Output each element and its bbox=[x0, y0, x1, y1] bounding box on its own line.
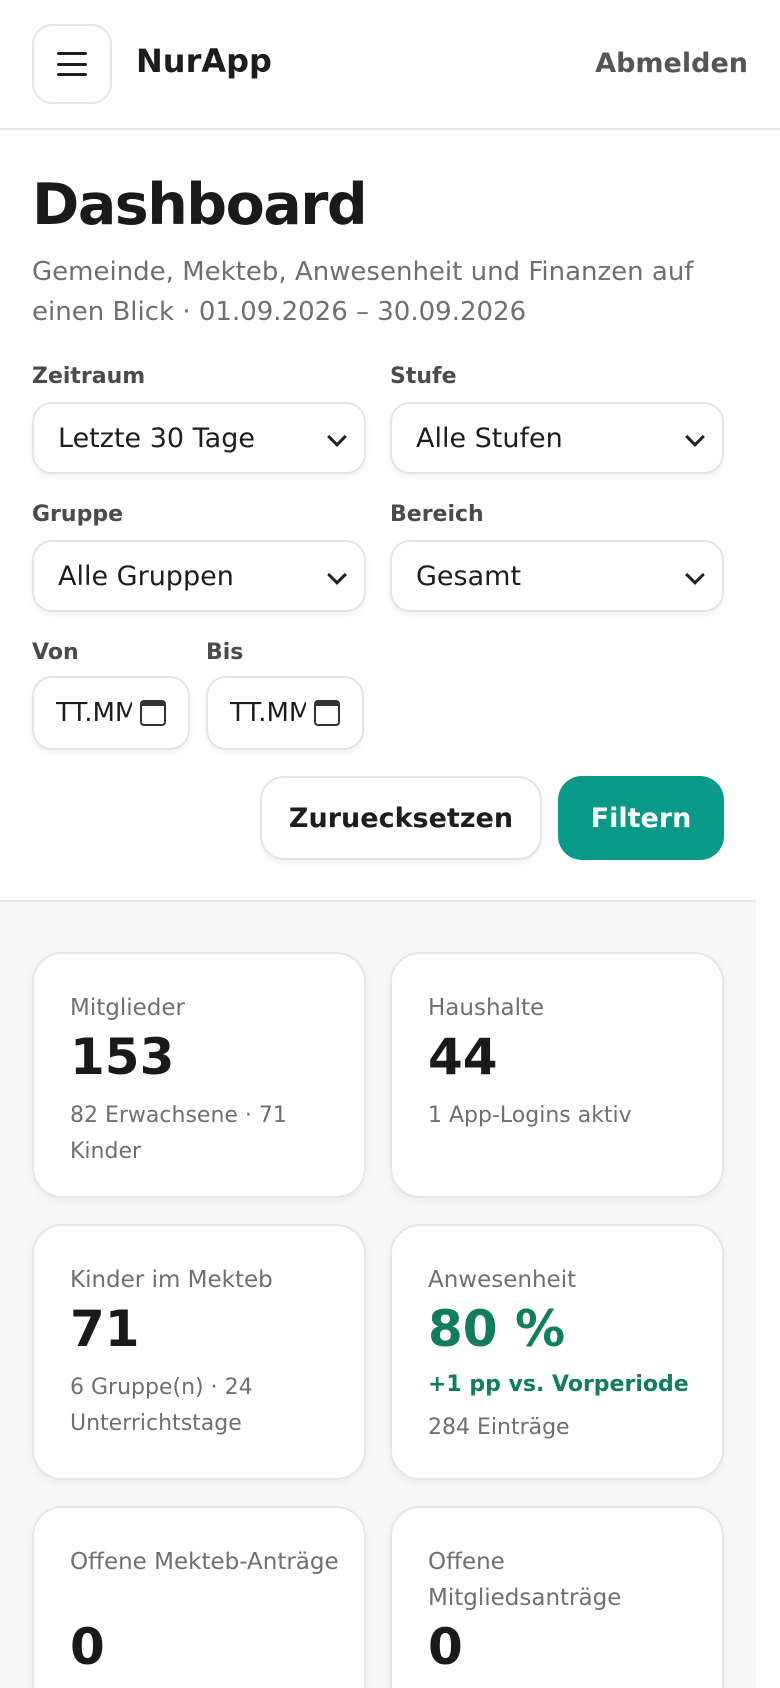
hamburger-icon bbox=[57, 52, 87, 76]
zeitraum-label: Zeitraum bbox=[32, 364, 146, 389]
gruppe-label: Gruppe bbox=[32, 502, 123, 527]
mekteb-children-detail: 6 Gruppe(n) · 24 Unterrichtstage bbox=[70, 1375, 253, 1436]
bereich-value: Gesamt bbox=[416, 561, 522, 592]
open-mekteb-card: Offene Mekteb-Anträge 0 bbox=[32, 1506, 366, 1688]
zeitraum-select[interactable]: Letzte 30 Tage bbox=[32, 402, 366, 474]
filter-button[interactable]: Filtern bbox=[558, 776, 724, 860]
households-value: 44 bbox=[428, 1028, 498, 1086]
bis-date-input[interactable]: TT.MM.JJJJ bbox=[206, 676, 364, 750]
bis-placeholder: TT.MM.JJJJ bbox=[230, 698, 306, 728]
bis-label: Bis bbox=[206, 640, 244, 665]
mekteb-children-label: Kinder im Mekteb bbox=[70, 1267, 273, 1293]
chevron-down-icon bbox=[327, 565, 347, 585]
attendance-value: 80 % bbox=[428, 1300, 566, 1358]
households-card: Haushalte 44 1 App-Logins aktiv bbox=[390, 952, 724, 1198]
households-label: Haushalte bbox=[428, 995, 545, 1021]
households-detail: 1 App-Logins aktiv bbox=[428, 1103, 632, 1128]
logout-link[interactable]: Abmelden bbox=[595, 48, 748, 79]
attendance-trend: +1 pp vs. Vorperiode bbox=[428, 1372, 689, 1397]
page-subtitle: Gemeinde, Mekteb, Anwesenheit und Finanz… bbox=[32, 257, 694, 327]
open-members-label: Offene Mitgliedsanträge bbox=[428, 1549, 622, 1611]
mekteb-children-value: 71 bbox=[70, 1300, 140, 1358]
stats-section: Mitglieder 153 82 Erwachsene · 71 Kinder… bbox=[0, 900, 756, 1688]
members-detail: 82 Erwachsene · 71 Kinder bbox=[70, 1103, 287, 1164]
gruppe-select[interactable]: Alle Gruppen bbox=[32, 540, 366, 612]
stufe-value: Alle Stufen bbox=[416, 423, 563, 454]
mekteb-children-card: Kinder im Mekteb 71 6 Gruppe(n) · 24 Unt… bbox=[32, 1224, 366, 1480]
von-placeholder: TT.MM.JJJJ bbox=[56, 698, 132, 728]
von-label: Von bbox=[32, 640, 79, 665]
attendance-label: Anwesenheit bbox=[428, 1267, 577, 1293]
gruppe-value: Alle Gruppen bbox=[58, 561, 234, 592]
von-date-input[interactable]: TT.MM.JJJJ bbox=[32, 676, 190, 750]
open-mekteb-label: Offene Mekteb-Anträge bbox=[70, 1549, 339, 1575]
members-card: Mitglieder 153 82 Erwachsene · 71 Kinder bbox=[32, 952, 366, 1198]
zeitraum-value: Letzte 30 Tage bbox=[58, 423, 255, 454]
chevron-down-icon bbox=[685, 565, 705, 585]
stufe-select[interactable]: Alle Stufen bbox=[390, 402, 724, 474]
page-title: Dashboard bbox=[32, 172, 368, 238]
stufe-label: Stufe bbox=[390, 364, 457, 389]
calendar-icon[interactable] bbox=[140, 700, 166, 726]
app-title: NurApp bbox=[136, 42, 272, 80]
chevron-down-icon bbox=[685, 427, 705, 447]
menu-button[interactable] bbox=[32, 24, 112, 104]
members-value: 153 bbox=[70, 1028, 175, 1086]
top-bar: NurApp Abmelden bbox=[0, 0, 780, 130]
attendance-detail: 284 Einträge bbox=[428, 1415, 570, 1440]
open-members-card: Offene Mitgliedsanträge 0 bbox=[390, 1506, 724, 1688]
calendar-icon[interactable] bbox=[314, 700, 340, 726]
open-members-value: 0 bbox=[428, 1618, 463, 1676]
members-label: Mitglieder bbox=[70, 995, 185, 1021]
open-mekteb-value: 0 bbox=[70, 1618, 105, 1676]
bereich-label: Bereich bbox=[390, 502, 484, 527]
chevron-down-icon bbox=[327, 427, 347, 447]
bereich-select[interactable]: Gesamt bbox=[390, 540, 724, 612]
reset-button[interactable]: Zuruecksetzen bbox=[260, 776, 542, 860]
attendance-card: Anwesenheit 80 % +1 pp vs. Vorperiode 28… bbox=[390, 1224, 724, 1480]
